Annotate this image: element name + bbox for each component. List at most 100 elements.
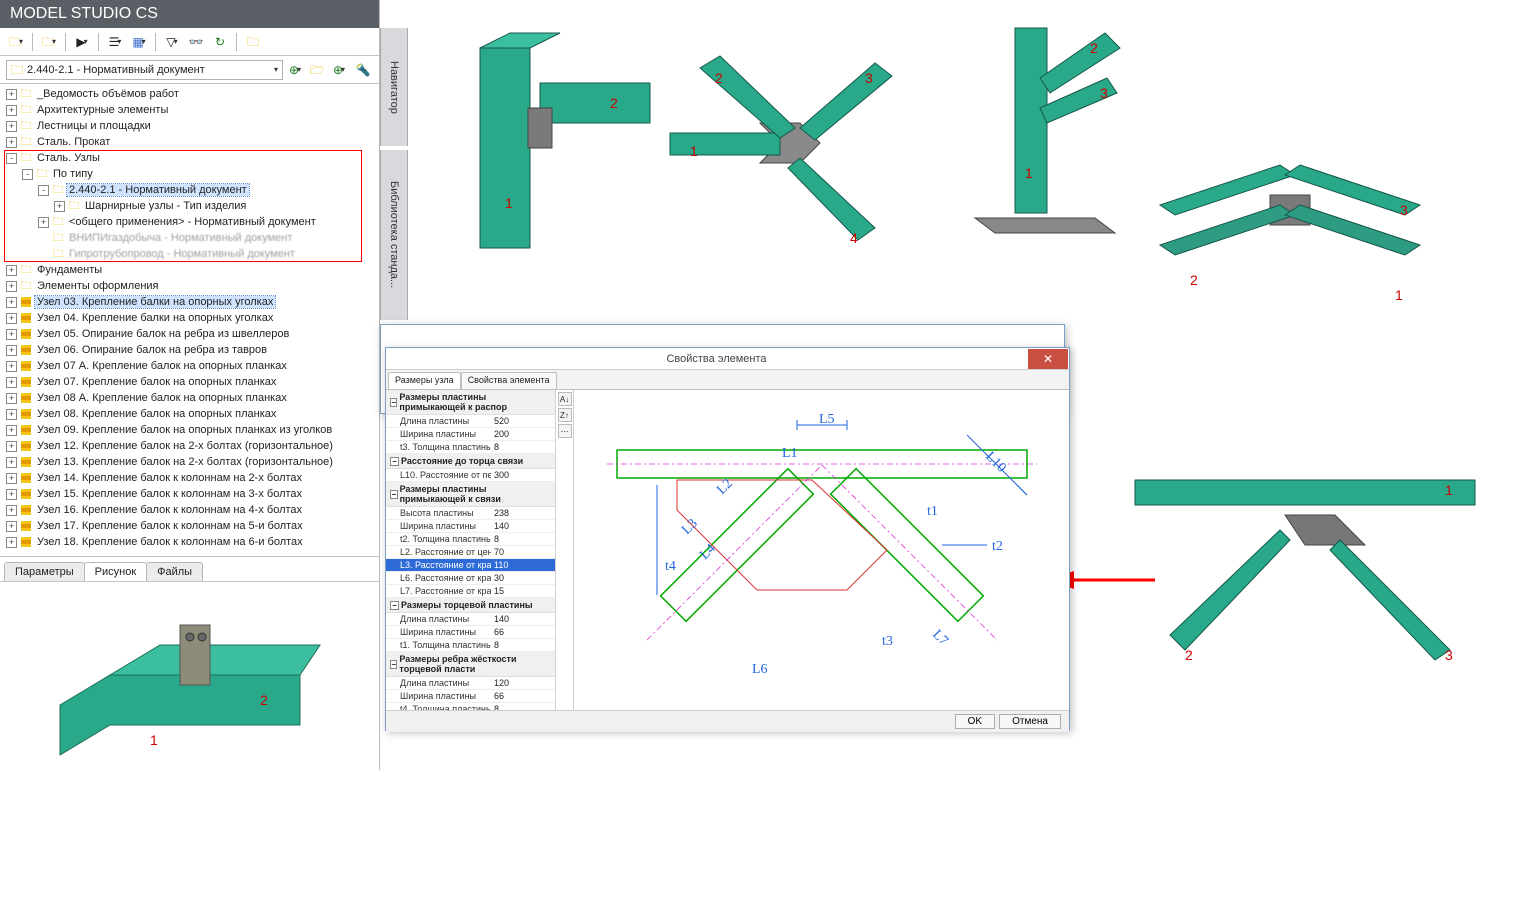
property-row[interactable]: Ширина пластины200 bbox=[386, 428, 555, 441]
property-value[interactable]: 238 bbox=[491, 508, 555, 518]
expand-toggle[interactable]: + bbox=[6, 457, 17, 468]
property-value[interactable]: 110 bbox=[491, 560, 555, 570]
property-row[interactable]: t2. Толщина пластины8 bbox=[386, 533, 555, 546]
library-tree[interactable]: +🗀_Ведомость объёмов работ+🗀Архитектурны… bbox=[0, 84, 379, 554]
tree-node[interactable]: +🗀Лестницы и площадки bbox=[4, 118, 375, 134]
tree-node[interactable]: +Узел 16. Крепление балок к колоннам на … bbox=[4, 502, 375, 518]
property-row[interactable]: L6. Расстояние от кра...30 bbox=[386, 572, 555, 585]
tree-node[interactable]: +🗀Элементы оформления bbox=[4, 278, 375, 294]
property-value[interactable]: 8 bbox=[491, 640, 555, 650]
expand-toggle[interactable]: + bbox=[6, 473, 17, 484]
expand-toggle[interactable]: + bbox=[6, 377, 17, 388]
tree-node[interactable]: +Узел 03. Крепление балки на опорных уго… bbox=[4, 294, 375, 310]
property-row[interactable]: Ширина пластины66 bbox=[386, 626, 555, 639]
expand-toggle[interactable]: + bbox=[6, 345, 17, 356]
expand-toggle[interactable]: + bbox=[6, 281, 17, 292]
tree-node[interactable]: +Узел 13. Крепление балок на 2-х болтах … bbox=[4, 454, 375, 470]
expand-toggle[interactable]: + bbox=[38, 217, 49, 228]
side-tab-navigator[interactable]: Навигатор bbox=[380, 28, 408, 146]
collapse-icon[interactable]: − bbox=[390, 457, 399, 466]
expand-toggle[interactable]: + bbox=[6, 409, 17, 420]
tree-node[interactable]: -🗀2.440-2.1 - Нормативный документ bbox=[4, 182, 375, 198]
tree-node[interactable]: +Узел 05. Опирание балок на ребра из шве… bbox=[4, 326, 375, 342]
tree-node[interactable]: +Узел 17. Крепление балок к колоннам на … bbox=[4, 518, 375, 534]
tab-files[interactable]: Файлы bbox=[146, 562, 203, 581]
filter-button[interactable]: ▽▾ bbox=[162, 32, 182, 52]
property-value[interactable]: 140 bbox=[491, 521, 555, 531]
property-row[interactable]: Высота пластины238 bbox=[386, 507, 555, 520]
combo-search-button[interactable]: 🔦 bbox=[353, 60, 373, 80]
tree-node[interactable]: +Узел 07. Крепление балок на опорных пла… bbox=[4, 374, 375, 390]
prop-more-button[interactable]: ⋯ bbox=[558, 424, 572, 438]
property-group-header[interactable]: −Размеры пластины примыкающей к распор bbox=[386, 390, 555, 415]
tree-node[interactable]: +Узел 08 А. Крепление балок на опорных п… bbox=[4, 390, 375, 406]
tree-node[interactable]: -🗀Сталь. Узлы bbox=[4, 150, 375, 166]
property-row[interactable]: L7. Расстояние от кра...15 bbox=[386, 585, 555, 598]
property-row[interactable]: Длина пластины520 bbox=[386, 415, 555, 428]
property-value[interactable]: 300 bbox=[491, 470, 555, 480]
property-row[interactable]: t4. Толщина пластины8 bbox=[386, 703, 555, 710]
property-group-header[interactable]: −Размеры торцевой пластины bbox=[386, 598, 555, 613]
expand-toggle[interactable]: - bbox=[38, 185, 49, 196]
tree-node[interactable]: 🗀Гипротрубопровод - Нормативный документ bbox=[4, 246, 375, 262]
refresh-button[interactable]: ↻ bbox=[210, 32, 230, 52]
property-value[interactable]: 8 bbox=[491, 442, 555, 452]
property-value[interactable]: 66 bbox=[491, 691, 555, 701]
expand-toggle[interactable]: + bbox=[6, 393, 17, 404]
tree-node[interactable]: +Узел 06. Опирание балок на ребра из тав… bbox=[4, 342, 375, 358]
property-row[interactable]: t1. Толщина пластины8 bbox=[386, 639, 555, 652]
property-row[interactable]: Ширина пластины66 bbox=[386, 690, 555, 703]
property-value[interactable]: 8 bbox=[491, 534, 555, 544]
tab-picture[interactable]: Рисунок bbox=[84, 562, 148, 581]
tree-node[interactable]: +Узел 15. Крепление балок к колоннам на … bbox=[4, 486, 375, 502]
property-row[interactable]: L2. Расстояние от цен...70 bbox=[386, 546, 555, 559]
property-value[interactable]: 140 bbox=[491, 614, 555, 624]
property-row[interactable]: Длина пластины120 bbox=[386, 677, 555, 690]
tree-node[interactable]: +Узел 18. Крепление балок к колоннам на … bbox=[4, 534, 375, 550]
expand-toggle[interactable]: + bbox=[6, 313, 17, 324]
property-value[interactable]: 66 bbox=[491, 627, 555, 637]
property-grid[interactable]: −Размеры пластины примыкающей к распорДл… bbox=[386, 390, 556, 710]
property-value[interactable]: 70 bbox=[491, 547, 555, 557]
property-value[interactable]: 15 bbox=[491, 586, 555, 596]
filter-combo[interactable]: 🗀 2.440-2.1 - Нормативный документ ▾ bbox=[6, 60, 283, 80]
sort-desc-button[interactable]: Z↑ bbox=[558, 408, 572, 422]
find-button[interactable]: 👓 bbox=[186, 32, 206, 52]
dialog-cancel-button[interactable]: Отмена bbox=[999, 714, 1061, 729]
combo-open-button[interactable]: 🗁 bbox=[307, 60, 327, 80]
combo-add2-button[interactable]: ⊕▾ bbox=[329, 60, 349, 80]
property-row[interactable]: L10. Расстояние от пе...300 bbox=[386, 469, 555, 482]
tree-node[interactable]: +🗀_Ведомость объёмов работ bbox=[4, 86, 375, 102]
dialog-tab-sizes[interactable]: Размеры узла bbox=[388, 372, 461, 389]
collapse-icon[interactable]: − bbox=[390, 490, 398, 499]
dialog-close-button[interactable]: ✕ bbox=[1028, 349, 1068, 369]
side-tab-library[interactable]: Библиотека станда... bbox=[380, 150, 408, 320]
tree-node[interactable]: +🗀Фундаменты bbox=[4, 262, 375, 278]
expand-toggle[interactable]: + bbox=[6, 89, 17, 100]
tab-params[interactable]: Параметры bbox=[4, 562, 85, 581]
expand-toggle[interactable]: + bbox=[54, 201, 65, 212]
property-group-header[interactable]: −Размеры пластины примыкающей к связи bbox=[386, 482, 555, 507]
expand-toggle[interactable]: + bbox=[6, 489, 17, 500]
property-value[interactable]: 120 bbox=[491, 678, 555, 688]
expand-toggle[interactable]: + bbox=[6, 505, 17, 516]
expand-toggle[interactable]: + bbox=[6, 297, 17, 308]
dialog-tab-props[interactable]: Свойства элемента bbox=[461, 372, 557, 389]
open-folder-button[interactable]: 🗀▾ bbox=[6, 32, 26, 52]
property-value[interactable]: 8 bbox=[491, 704, 555, 710]
expand-toggle[interactable]: + bbox=[6, 121, 17, 132]
grid-view-button[interactable]: ▦▾ bbox=[129, 32, 149, 52]
list-view-button[interactable]: ☰▾ bbox=[105, 32, 125, 52]
dialog-titlebar[interactable]: Свойства элемента ✕ bbox=[386, 348, 1069, 370]
expand-toggle[interactable]: + bbox=[6, 105, 17, 116]
property-value[interactable]: 520 bbox=[491, 416, 555, 426]
tree-node[interactable]: +🗀Сталь. Прокат bbox=[4, 134, 375, 150]
combo-add-button[interactable]: ⊕▾ bbox=[285, 60, 305, 80]
expand-toggle[interactable]: + bbox=[6, 425, 17, 436]
collapse-icon[interactable]: − bbox=[390, 601, 399, 610]
dialog-ok-button[interactable]: OK bbox=[955, 714, 995, 729]
property-value[interactable]: 30 bbox=[491, 573, 555, 583]
tree-node[interactable]: +Узел 08. Крепление балок на опорных пла… bbox=[4, 406, 375, 422]
expand-toggle[interactable]: + bbox=[6, 329, 17, 340]
tree-node[interactable]: +🗀Архитектурные элементы bbox=[4, 102, 375, 118]
